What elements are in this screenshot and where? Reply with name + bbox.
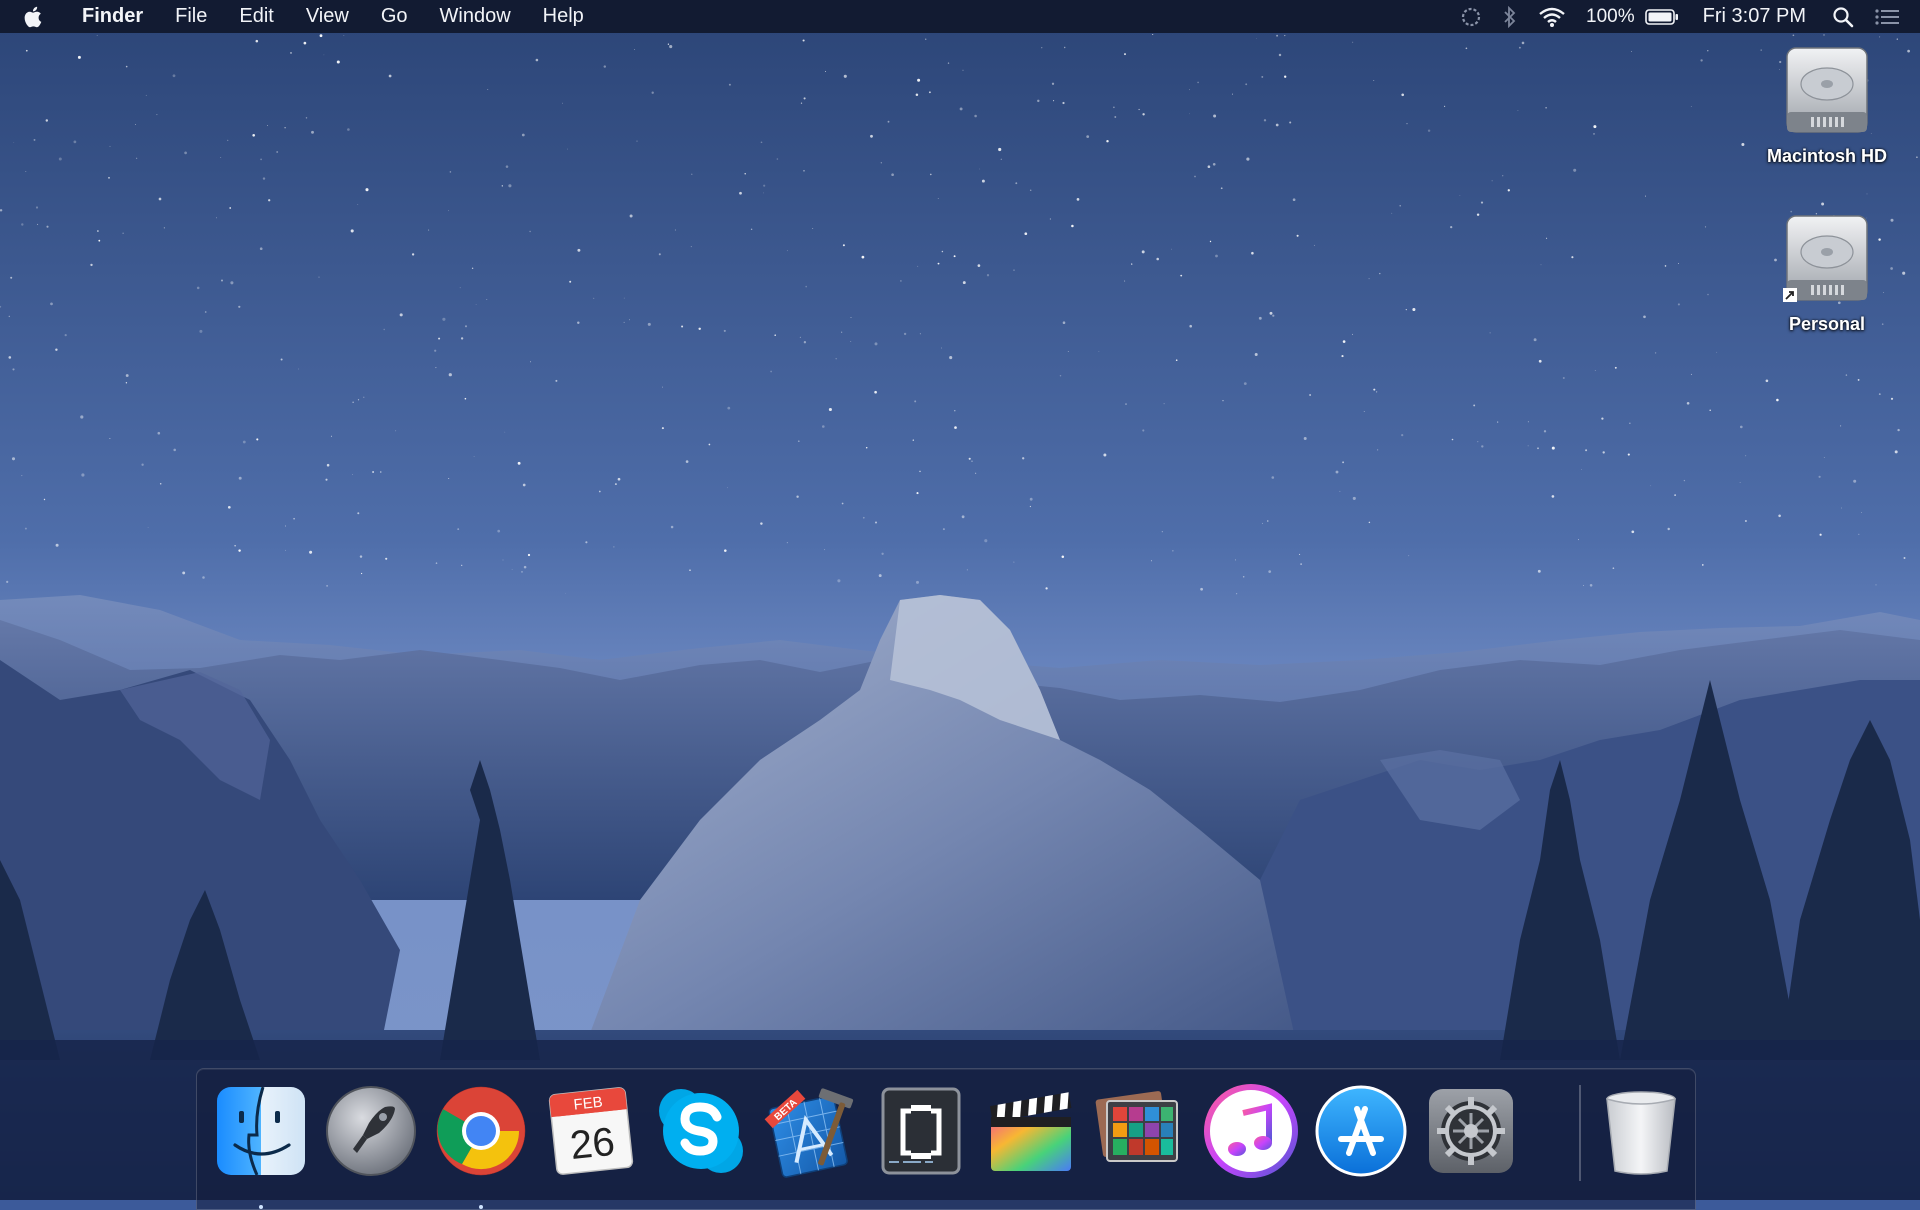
- menu-finder[interactable]: Finder: [64, 0, 159, 33]
- menu-file[interactable]: File: [159, 0, 223, 33]
- skype-icon: [659, 1089, 743, 1173]
- dock-item-launchpad[interactable]: [323, 1083, 419, 1179]
- desktop-icon-label: Personal: [1788, 314, 1866, 334]
- app-store-icon: [1315, 1085, 1407, 1177]
- dock-item-system-preferences[interactable]: [1423, 1083, 1519, 1179]
- system-preferences-icon: [1429, 1089, 1513, 1173]
- desktop-wallpaper: [0, 0, 1920, 1200]
- chrome-icon: [436, 1086, 526, 1176]
- dock-item-skype[interactable]: [653, 1083, 749, 1179]
- dock-item-final-cut-pro[interactable]: [983, 1083, 1079, 1179]
- desktop-icon-label: Macintosh HD: [1766, 146, 1887, 166]
- launchpad-icon: [326, 1086, 416, 1176]
- dock-separator: [1579, 1085, 1581, 1181]
- menu-bar: Finder File Edit View Go Window Help 100…: [0, 0, 1920, 33]
- hard-drive-icon: [1786, 47, 1868, 133]
- hard-drive-alias-icon: [1783, 215, 1868, 302]
- wifi-icon[interactable]: [1528, 0, 1576, 33]
- dock-item-brackets[interactable]: [873, 1083, 969, 1179]
- menu-go[interactable]: Go: [365, 0, 424, 33]
- bluetooth-icon[interactable]: [1492, 0, 1528, 33]
- itunes-icon: [1204, 1084, 1298, 1178]
- spotlight-icon[interactable]: [1822, 0, 1864, 33]
- xcode-beta-icon: BETA: [764, 1088, 854, 1178]
- menu-edit[interactable]: Edit: [223, 0, 289, 33]
- photo-gallery-icon: [1095, 1091, 1178, 1162]
- finder-icon: [217, 1086, 305, 1176]
- calendar-icon: FEB 26: [548, 1087, 634, 1175]
- brackets-icon: [881, 1087, 961, 1175]
- running-indicator: [479, 1205, 483, 1209]
- dock-item-xcode-beta[interactable]: BETA: [763, 1083, 859, 1179]
- menu-help[interactable]: Help: [527, 0, 600, 33]
- calendar-day: 26: [568, 1120, 617, 1168]
- running-indicator: [259, 1205, 263, 1209]
- apple-menu-icon[interactable]: [24, 5, 64, 29]
- dock-item-finder[interactable]: [213, 1083, 309, 1209]
- battery-percent[interactable]: 100%: [1576, 0, 1645, 33]
- final-cut-pro-icon: [989, 1092, 1072, 1171]
- dock-item-itunes[interactable]: [1203, 1083, 1299, 1179]
- dock: FEB 26 BETA: [196, 1068, 1696, 1210]
- menu-clock[interactable]: Fri 3:07 PM: [1689, 5, 1822, 28]
- calendar-month: FEB: [573, 1094, 604, 1114]
- menu-view[interactable]: View: [290, 0, 365, 33]
- battery-icon[interactable]: [1644, 0, 1689, 33]
- sync-icon[interactable]: [1450, 0, 1492, 33]
- desktop-icon-macintosh-hd[interactable]: Macintosh HD: [1747, 46, 1907, 167]
- dock-item-trash[interactable]: [1593, 1083, 1689, 1179]
- notification-center-icon[interactable]: [1864, 0, 1920, 33]
- desktop-icon-personal[interactable]: Personal: [1747, 214, 1907, 335]
- dock-item-chrome[interactable]: [433, 1083, 529, 1209]
- trash-icon: [1606, 1091, 1676, 1175]
- menu-window[interactable]: Window: [424, 0, 527, 33]
- dock-item-calendar[interactable]: FEB 26: [543, 1083, 639, 1179]
- dock-item-photo-gallery[interactable]: [1093, 1083, 1189, 1179]
- dock-item-app-store[interactable]: [1313, 1083, 1409, 1179]
